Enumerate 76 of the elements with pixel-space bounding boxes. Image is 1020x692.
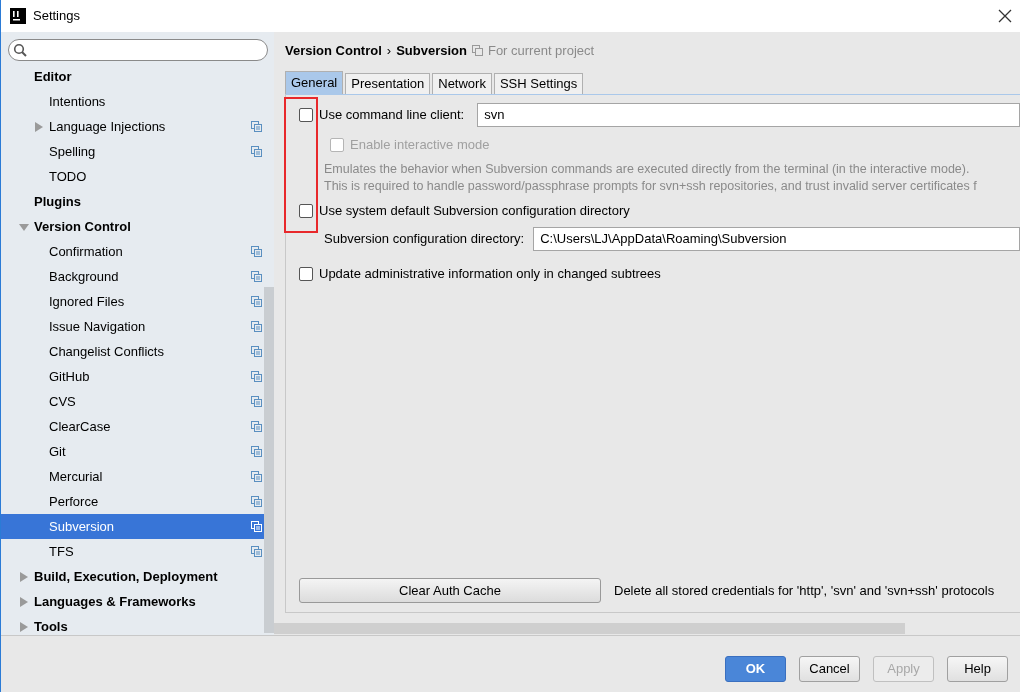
project-scope-icon <box>251 446 262 457</box>
tree-item[interactable]: CVS <box>1 389 264 414</box>
close-icon[interactable] <box>998 9 1012 23</box>
tree-item[interactable]: Tools <box>1 614 264 635</box>
expand-arrow-icon <box>19 596 29 607</box>
checkbox[interactable] <box>299 108 313 122</box>
checkbox-label: Enable interactive mode <box>350 136 490 155</box>
dialog-button[interactable]: Cancel <box>799 656 860 682</box>
description-text: Delete all stored credentials for 'http', 'svn' and 'svn+ssh' protocols <box>614 581 995 600</box>
project-scope-icon <box>251 246 262 257</box>
project-scope-icon <box>251 496 262 507</box>
project-scope-icon <box>471 45 483 56</box>
project-scope-icon <box>251 296 262 307</box>
project-scope-icon <box>251 471 262 482</box>
window-title: Settings <box>33 7 80 26</box>
text-field[interactable]: svn <box>477 103 1020 127</box>
clear-auth-cache-button[interactable]: Clear Auth Cache <box>299 578 601 603</box>
description-text: This is required to handle password/passphrase prompts for svn+ssh repositories, and trust invalid server certificates f <box>324 178 978 195</box>
project-scope-icon <box>251 146 262 157</box>
tab[interactable]: Presentation <box>345 73 431 94</box>
tree-item[interactable]: Issue Navigation <box>1 314 264 339</box>
breadcrumb-separator: › <box>386 41 392 60</box>
project-scope-icon <box>251 546 262 557</box>
tab[interactable]: General <box>285 71 344 94</box>
breadcrumb-current: Subversion <box>396 41 467 60</box>
breadcrumb-parent: Version Control <box>285 41 382 60</box>
search-field[interactable] <box>8 39 268 61</box>
checkbox[interactable] <box>299 204 313 218</box>
dialog-button[interactable]: OK <box>725 656 786 682</box>
tree-item[interactable]: Intentions <box>1 89 264 114</box>
project-scope-icon <box>251 396 262 407</box>
tab[interactable]: Network <box>432 73 492 94</box>
expand-arrow-icon <box>19 571 29 582</box>
scrollbar[interactable] <box>274 623 905 634</box>
dialog-button[interactable]: Help <box>947 656 1008 682</box>
tree-item[interactable]: Git <box>1 439 264 464</box>
project-scope-icon <box>251 521 262 532</box>
tree-item[interactable]: Version Control <box>1 214 264 239</box>
field-label: Subversion configuration directory: <box>324 230 525 249</box>
tree-item[interactable]: Background <box>1 264 264 289</box>
tree-item[interactable]: Ignored Files <box>1 289 264 314</box>
project-scope-icon <box>251 121 262 132</box>
scrollbar[interactable] <box>264 287 274 633</box>
collapse-arrow-icon <box>19 221 29 232</box>
tree-item[interactable]: Language Injections <box>1 114 264 139</box>
scope-label: For current project <box>487 41 595 60</box>
tree-item[interactable]: GitHub <box>1 364 264 389</box>
tree-item[interactable]: Spelling <box>1 139 264 164</box>
search-icon <box>13 43 27 57</box>
project-scope-icon <box>251 346 262 357</box>
project-scope-icon <box>251 371 262 382</box>
project-scope-icon <box>251 421 262 432</box>
text-field[interactable]: C:\Users\LJ\AppData\Roaming\Subversion <box>533 227 1020 251</box>
tree-item[interactable]: Perforce <box>1 489 264 514</box>
checkbox[interactable] <box>299 267 313 281</box>
expand-arrow-icon <box>19 621 29 632</box>
tree-item[interactable]: Confirmation <box>1 239 264 264</box>
checkbox-label: Update administrative information only in changed subtrees <box>319 265 661 284</box>
tree-item[interactable]: Changelist Conflicts <box>1 339 264 364</box>
tree-item[interactable]: Plugins <box>1 189 264 214</box>
expand-arrow-icon <box>34 121 44 132</box>
tree-item[interactable]: ClearCase <box>1 414 264 439</box>
checkbox-label: Use command line client: <box>319 106 465 125</box>
project-scope-icon <box>251 321 262 332</box>
tree-item[interactable]: Languages & Frameworks <box>1 589 264 614</box>
app-logo-icon <box>10 8 26 24</box>
tree-item[interactable]: TFS <box>1 539 264 564</box>
tree-item[interactable]: TODO <box>1 164 264 189</box>
tab[interactable]: SSH Settings <box>493 73 584 94</box>
tree-item[interactable]: Subversion <box>1 514 264 539</box>
project-scope-icon <box>251 271 262 282</box>
description-text: Emulates the behavior when Subversion commands are executed directly from the terminal (in the interactive mode). <box>324 161 971 178</box>
tree-item[interactable]: Build, Execution, Deployment <box>1 564 264 589</box>
tree-item[interactable]: Mercurial <box>1 464 264 489</box>
checkbox-label: Use system default Subversion configuration directory <box>319 202 630 221</box>
tree-item[interactable]: Editor <box>1 64 264 89</box>
